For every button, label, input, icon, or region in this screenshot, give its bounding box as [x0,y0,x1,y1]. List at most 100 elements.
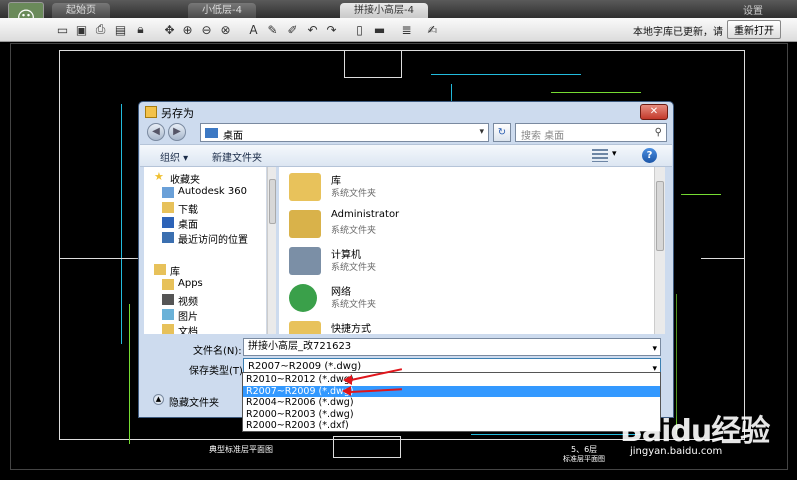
redo-icon[interactable]: ↷ [324,22,339,37]
watermark-url: jingyan.baidu.com [630,446,723,457]
file-name: 快捷方式 [331,324,371,334]
user-folder-icon [289,210,321,238]
pictures-icon [162,309,174,320]
open-icon[interactable]: ▭ [55,22,70,37]
file-type: 系统文件夹 [331,226,377,236]
file-item[interactable]: 库系统文件夹 [287,169,587,207]
desktop-icon [205,128,218,138]
chevron-up-icon: ▲ [153,394,164,405]
zoom-out-icon[interactable]: ⊖ [199,22,214,37]
cad-line [701,258,745,259]
dialog-title: 另存为 [161,107,194,120]
reopen-button[interactable]: 重新打开 [727,20,781,39]
navigation-pane: ★ 收藏夹 Autodesk 360 下载 桌面 最近访问的位置库 Apps 视频 图片 文档 [144,167,267,334]
markup-icon[interactable]: ✐ [285,22,300,37]
filetype-option[interactable]: R2000~R2003 (*.dwg) [243,409,660,421]
view-options-icon[interactable] [592,149,608,162]
tab-low-rise[interactable]: 小低层-4 [188,3,256,18]
cad-line [551,92,641,93]
navigation-scrollbar[interactable] [267,167,276,334]
edit-icon[interactable]: ✍ [425,22,440,37]
tab-high-rise[interactable]: 拼接小高层-4 [340,3,428,18]
scroll-thumb[interactable] [269,179,276,224]
annotation-arrow-head [343,375,352,385]
forward-button[interactable]: ▶ [168,123,186,141]
chevron-down-icon[interactable]: ▾ [479,127,484,137]
filetype-dropdown-list: R2010~R2012 (*.dwg) R2007~R2009 (*.dwg) R2… [242,372,661,432]
close-button[interactable]: ✕ [640,104,668,120]
watermark-logo: Baidu经验 jingyan.baidu.com [610,406,785,466]
drawing-title-left: 典型标准层平面图 [209,445,273,454]
file-list-scrollbar[interactable] [654,167,665,334]
refresh-button[interactable]: ↻ [493,123,511,142]
settings-label[interactable]: 设置 [743,2,763,17]
library-folder-icon [289,173,321,201]
shortcut-folder-icon [289,321,321,334]
filetype-option[interactable]: R2007~R2009 (*.dwg) [243,385,660,397]
tab-start-page[interactable]: 起始页 [52,3,110,18]
nav-item-label: 库 [170,267,180,278]
cad-application: 起始页 小低层-4 拼接小高层-4 设置 ☺ ▭ ▣ ⎙ ▤ 🔒︎ ✥ ⊕ ⊖ … [0,0,797,480]
file-item[interactable]: Administrator 系统文件夹 [287,206,587,244]
file-type: 系统文件夹 [331,189,377,199]
lock-icon[interactable]: 🔒︎ [133,22,148,37]
zoom-extents-icon[interactable]: ⊗ [218,22,233,37]
new-folder-button[interactable]: 新建文件夹 [212,149,262,164]
help-icon[interactable]: ? [642,148,657,163]
file-type: 系统文件夹 [331,300,377,310]
filetype-option[interactable]: R2004~R2006 (*.dwg) [243,397,660,409]
layers-icon[interactable]: ≣ [399,22,414,37]
search-input[interactable]: 搜索 桌面 ⚲ [515,123,667,142]
zoom-in-icon[interactable]: ⊕ [180,22,195,37]
file-name: 库 [331,176,341,187]
measure-icon[interactable]: ▯ [352,22,367,37]
nav-item-label: Apps [178,278,203,289]
chevron-down-icon[interactable]: ▾ [652,341,657,357]
filename-value: 拼接小高层_改721623 [248,341,352,352]
title-block-top [344,50,402,78]
nav-item-label: 下载 [178,205,198,216]
filename-input[interactable]: 拼接小高层_改721623 ▾ [243,338,661,356]
title-block-bottom [333,436,401,458]
file-item[interactable]: 计算机 系统文件夹 [287,243,587,281]
file-item[interactable]: 网络 系统文件夹 [287,280,587,318]
print-icon[interactable]: ⎙ [93,22,108,37]
apps-folder-icon [162,279,174,290]
title-bar: 起始页 小低层-4 拼接小高层-4 设置 [0,0,797,18]
pencil-icon[interactable]: ✎ [265,22,280,37]
layer-icon[interactable]: ▬ [372,22,387,37]
network-icon [289,284,317,312]
filetype-option[interactable]: R2000~R2003 (*.dxf) [243,420,660,432]
back-button[interactable]: ◀ [147,123,165,141]
navigation-bar: ◀ ▶ 桌面 ▾ ↻ 搜索 桌面 ⚲ [143,122,671,144]
star-icon: ★ [154,170,164,183]
drawing-subtitle-right: 标准层平面图 [563,455,605,463]
cad-line [681,194,721,195]
pdf-icon[interactable]: ▤ [113,22,128,37]
search-placeholder: 搜索 桌面 [521,131,565,142]
cad-line [121,104,122,344]
filename-label: 文件名(N): [193,346,242,357]
annotation-arrow-head [342,386,351,396]
nav-item-label: 桌面 [178,220,198,231]
cad-line [59,258,149,259]
text-icon[interactable]: A [246,22,261,37]
file-item[interactable]: 快捷方式系统文件夹 [287,317,587,334]
filetype-value: R2007~R2009 (*.dwg) [248,361,362,372]
address-bar[interactable]: 桌面 ▾ [200,123,489,142]
nav-item-label: 收藏夹 [170,175,200,186]
toolbar: ▭ ▣ ⎙ ▤ 🔒︎ ✥ ⊕ ⊖ ⊗ A ✎ ✐ ↶ ↷ ▯ ▬ ≣ ✍ 本地字… [0,18,797,42]
video-icon [162,294,174,305]
cloud-icon [162,187,174,198]
save-icon[interactable]: ▣ [74,22,89,37]
undo-icon[interactable]: ↶ [305,22,320,37]
watermark-brand: Baidu经验 [620,414,770,449]
nav-item-label: 最近访问的位置 [178,235,248,246]
chevron-down-icon[interactable]: ▾ [612,149,617,159]
library-icon [154,264,166,275]
filetype-option[interactable]: R2010~R2012 (*.dwg) [243,374,660,386]
pan-icon[interactable]: ✥ [162,22,177,37]
scroll-thumb[interactable] [656,181,664,251]
desktop-icon [162,217,174,228]
organize-button[interactable]: 组织 ▾ [160,149,188,164]
